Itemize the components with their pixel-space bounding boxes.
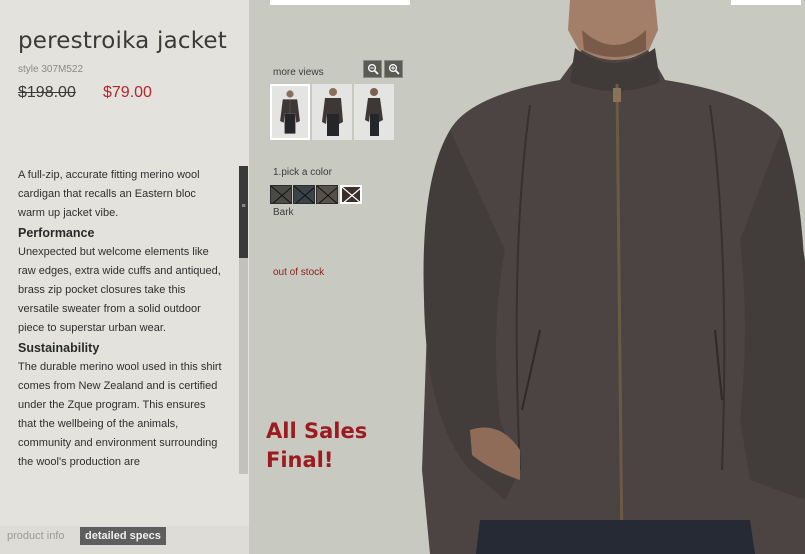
original-price: $198.00 xyxy=(18,84,76,101)
sustainability-heading: Sustainability xyxy=(18,341,100,355)
product-description: A full-zip, accurate fitting merino wool… xyxy=(18,166,224,472)
zoom-in-button[interactable] xyxy=(384,60,403,78)
product-main-image[interactable] xyxy=(410,0,805,554)
more-views-label: more views xyxy=(273,67,324,78)
scrollbar-thumb[interactable]: ≡ xyxy=(239,166,248,258)
stock-status: out of stock xyxy=(273,267,325,278)
style-code: style 307M522 xyxy=(18,64,84,75)
scroll-grip-icon: ≡ xyxy=(241,203,246,210)
description-scrollbar[interactable]: ≡ xyxy=(239,166,248,474)
sale-price: $79.00 xyxy=(103,84,152,101)
tab-product-info[interactable]: product info xyxy=(2,527,69,545)
description-intro: A full-zip, accurate fitting merino wool… xyxy=(18,169,200,219)
unavailable-x-icon xyxy=(317,186,337,203)
zoom-in-icon xyxy=(388,63,400,75)
selected-color-name: Bark xyxy=(273,207,294,218)
pick-color-label: 1.pick a color xyxy=(273,167,332,178)
thumbnail-front-view[interactable] xyxy=(270,84,310,140)
sale-notice: All Sales Final! xyxy=(266,419,368,472)
jacket-angled-thumbnail-image xyxy=(322,88,343,136)
unavailable-x-icon xyxy=(342,187,360,202)
zoom-out-icon xyxy=(367,63,379,75)
zoom-out-button[interactable] xyxy=(363,60,382,78)
color-swatch[interactable] xyxy=(293,185,315,204)
jacket-front-thumbnail-image xyxy=(280,90,300,134)
info-tabs: product info detailed specs xyxy=(0,526,249,554)
jacket-side-thumbnail-image xyxy=(365,88,383,136)
color-swatch-selected[interactable] xyxy=(340,185,362,204)
performance-heading: Performance xyxy=(18,226,95,240)
product-title: perestroika jacket xyxy=(18,28,227,54)
product-info-panel: perestroika jacket style 307M522 $198.00… xyxy=(0,0,249,526)
color-swatch[interactable] xyxy=(270,185,292,204)
performance-text: Unexpected but welcome elements like raw… xyxy=(18,246,221,334)
color-swatch[interactable] xyxy=(316,185,338,204)
unavailable-x-icon xyxy=(294,186,314,203)
thumbnail-angled-view[interactable] xyxy=(312,84,352,140)
thumbnail-side-view[interactable] xyxy=(354,84,394,140)
sustainability-text: The durable merino wool used in this shi… xyxy=(18,361,222,468)
top-nav-box[interactable] xyxy=(270,0,410,5)
tab-detailed-specs[interactable]: detailed specs xyxy=(80,527,166,545)
unavailable-x-icon xyxy=(271,186,291,203)
